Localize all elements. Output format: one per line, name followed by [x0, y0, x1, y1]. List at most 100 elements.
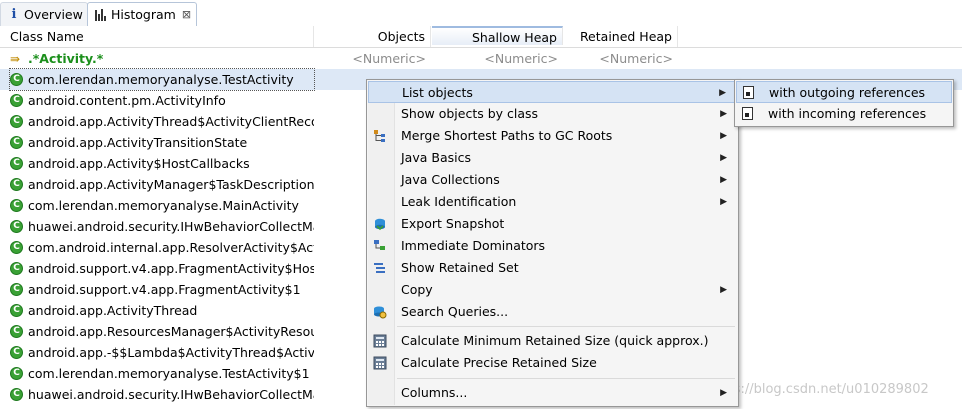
class-icon: C: [10, 157, 23, 170]
class-name: android.app.ActivityThread$ActivityClien…: [28, 114, 314, 129]
class-name-cell: Candroid.app.Activity$HostCallbacks: [10, 153, 314, 174]
class-name-cell: Candroid.app.ActivityManager$TaskDescrip…: [10, 174, 314, 195]
submenu-arrow-icon: ▶: [720, 109, 727, 119]
filter-row: ⇛ .*Activity.* <Numeric> <Numeric> <Nume…: [0, 48, 962, 69]
class-icon: C: [10, 304, 23, 317]
class-name-cell: Candroid.app.ResourcesManager$ActivityRe…: [10, 321, 314, 342]
class-icon: C: [10, 325, 23, 338]
menu-item-show-retained-set[interactable]: Show Retained Set: [368, 257, 737, 279]
menu-item-leak-identification[interactable]: Leak Identification ▶: [368, 191, 737, 213]
class-filter-input[interactable]: ⇛ .*Activity.*: [10, 48, 314, 69]
class-name-cell: Candroid.support.v4.app.FragmentActivity…: [10, 279, 314, 300]
histogram-icon: [95, 8, 107, 21]
class-name-cell: Ccom.lerendan.memoryanalyse.TestActivity…: [10, 363, 314, 384]
class-icon: C: [10, 367, 23, 380]
class-name-cell: Ccom.lerendan.memoryanalyse.MainActivity: [10, 195, 314, 216]
class-name-cell: Candroid.app.ActivityThread: [10, 300, 314, 321]
class-name: android.app.ActivityThread: [28, 303, 198, 318]
class-name-cell: Candroid.support.v4.app.FragmentActivity…: [10, 258, 314, 279]
tab-overview-label: Overview: [24, 7, 83, 22]
class-icon: C: [10, 220, 23, 233]
class-name: android.app.ActivityTransitionState: [28, 135, 248, 150]
table-header: Class Name Objects Shallow Heap Retained…: [0, 26, 962, 48]
menu-item-list-objects[interactable]: List objects ▶: [368, 81, 737, 103]
class-name: com.android.internal.app.ResolverActivit…: [28, 240, 314, 255]
class-name-cell: Ccom.android.internal.app.ResolverActivi…: [10, 237, 314, 258]
submenu-arrow-icon: ▶: [720, 153, 727, 163]
class-icon: C: [10, 241, 23, 254]
menu-separator: [397, 378, 735, 379]
menu-item-with-incoming-references[interactable]: with incoming references: [736, 103, 952, 125]
class-name-cell: Candroid.app.-$$Lambda$ActivityThread$Ac…: [10, 342, 314, 363]
submenu-arrow-icon: ▶: [720, 285, 727, 295]
outgoing-references-icon: [743, 86, 754, 99]
class-name-cell: Ccom.lerendan.memoryanalyse.TestActivity: [9, 68, 315, 91]
regex-filter-icon: ⇛: [10, 51, 21, 66]
menu-item-with-outgoing-references[interactable]: with outgoing references: [736, 81, 952, 103]
menu-item-columns[interactable]: Columns... ▶: [368, 382, 737, 404]
class-name: android.app.ActivityManager$TaskDescript…: [28, 177, 314, 192]
class-icon: C: [10, 94, 23, 107]
menu-item-java-collections[interactable]: Java Collections ▶: [368, 169, 737, 191]
class-icon: C: [10, 346, 23, 359]
class-name: huawei.android.security.IHwBehaviorColle…: [28, 219, 314, 234]
class-icon: C: [10, 388, 23, 401]
watermark: https://blog.csdn.net/u010289802: [707, 382, 929, 397]
column-header-shallow-heap[interactable]: Shallow Heap: [432, 26, 563, 45]
menu-item-calculate-precise-retained-size[interactable]: Calculate Precise Retained Size: [368, 352, 737, 374]
retained-set-icon: [374, 263, 385, 273]
menu-item-copy[interactable]: Copy ▶: [368, 279, 737, 301]
column-header-retained-heap[interactable]: Retained Heap: [564, 26, 678, 47]
class-name: android.support.v4.app.FragmentActivity$…: [28, 261, 314, 276]
close-icon[interactable]: ⊠: [182, 8, 191, 21]
menu-item-calculate-minimum-retained-size[interactable]: Calculate Minimum Retained Size (quick a…: [368, 330, 737, 352]
submenu-arrow-icon: ▶: [720, 388, 727, 398]
class-name-cell: Chuawei.android.security.IHwBehaviorColl…: [10, 384, 314, 405]
menu-item-java-basics[interactable]: Java Basics ▶: [368, 147, 737, 169]
class-icon: C: [10, 283, 23, 296]
submenu-arrow-icon: ▶: [719, 88, 726, 98]
class-name: android.app.ResourcesManager$ActivityRes…: [28, 324, 314, 339]
incoming-references-icon: [742, 107, 753, 120]
column-header-objects[interactable]: Objects: [315, 26, 431, 47]
menu-item-merge-shortest-paths[interactable]: Merge Shortest Paths to GC Roots ▶: [368, 125, 737, 147]
class-icon: C: [10, 178, 23, 191]
context-menu: List objects ▶ Show objects by class ▶ M…: [366, 79, 739, 407]
class-name: android.app.Activity$HostCallbacks: [28, 156, 250, 171]
class-name-cell: Candroid.app.ActivityThread$ActivityClie…: [10, 111, 314, 132]
export-icon: [375, 218, 385, 231]
class-filter-pattern: .*Activity.*: [28, 51, 104, 66]
tab-histogram-label: Histogram: [111, 7, 176, 22]
retained-filter-input[interactable]: <Numeric>: [564, 48, 673, 69]
tab-overview[interactable]: i Overview: [0, 2, 88, 26]
menu-item-export-snapshot[interactable]: Export Snapshot: [368, 213, 737, 235]
submenu-arrow-icon: ▶: [720, 175, 727, 185]
calculator-icon: [373, 334, 387, 348]
objects-filter-input[interactable]: <Numeric>: [315, 48, 426, 69]
column-header-class-name[interactable]: Class Name: [0, 26, 314, 47]
paths-icon: [374, 130, 385, 142]
class-icon: C: [10, 115, 23, 128]
class-name: com.lerendan.memoryanalyse.MainActivity: [28, 198, 299, 213]
menu-item-immediate-dominators[interactable]: Immediate Dominators: [368, 235, 737, 257]
menu-item-show-objects-by-class[interactable]: Show objects by class ▶: [368, 103, 737, 125]
info-icon: i: [11, 6, 17, 22]
class-name-cell: Candroid.app.ActivityTransitionState: [10, 132, 314, 153]
editor-tab-bar: i Overview Histogram ⊠: [0, 0, 962, 27]
class-name-cell: Chuawei.android.security.IHwBehaviorColl…: [10, 216, 314, 237]
shallow-filter-input[interactable]: <Numeric>: [432, 48, 558, 69]
menu-item-search-queries[interactable]: Search Queries...: [368, 301, 737, 323]
class-icon: C: [10, 199, 23, 212]
class-name: android.support.v4.app.FragmentActivity$…: [28, 282, 301, 297]
class-name: com.lerendan.memoryanalyse.TestActivity$…: [28, 366, 310, 381]
class-name-cell: Candroid.content.pm.ActivityInfo: [10, 90, 314, 111]
class-icon: C: [10, 262, 23, 275]
submenu-arrow-icon: ▶: [720, 197, 727, 207]
class-name: android.content.pm.ActivityInfo: [28, 93, 226, 108]
tab-histogram[interactable]: Histogram ⊠: [87, 2, 197, 27]
list-objects-submenu: with outgoing references with incoming r…: [734, 79, 954, 127]
submenu-arrow-icon: ▶: [720, 131, 727, 141]
class-name: android.app.-$$Lambda$ActivityThread$Act…: [28, 345, 314, 360]
class-icon: C: [10, 73, 23, 86]
dominators-icon: [374, 240, 385, 250]
